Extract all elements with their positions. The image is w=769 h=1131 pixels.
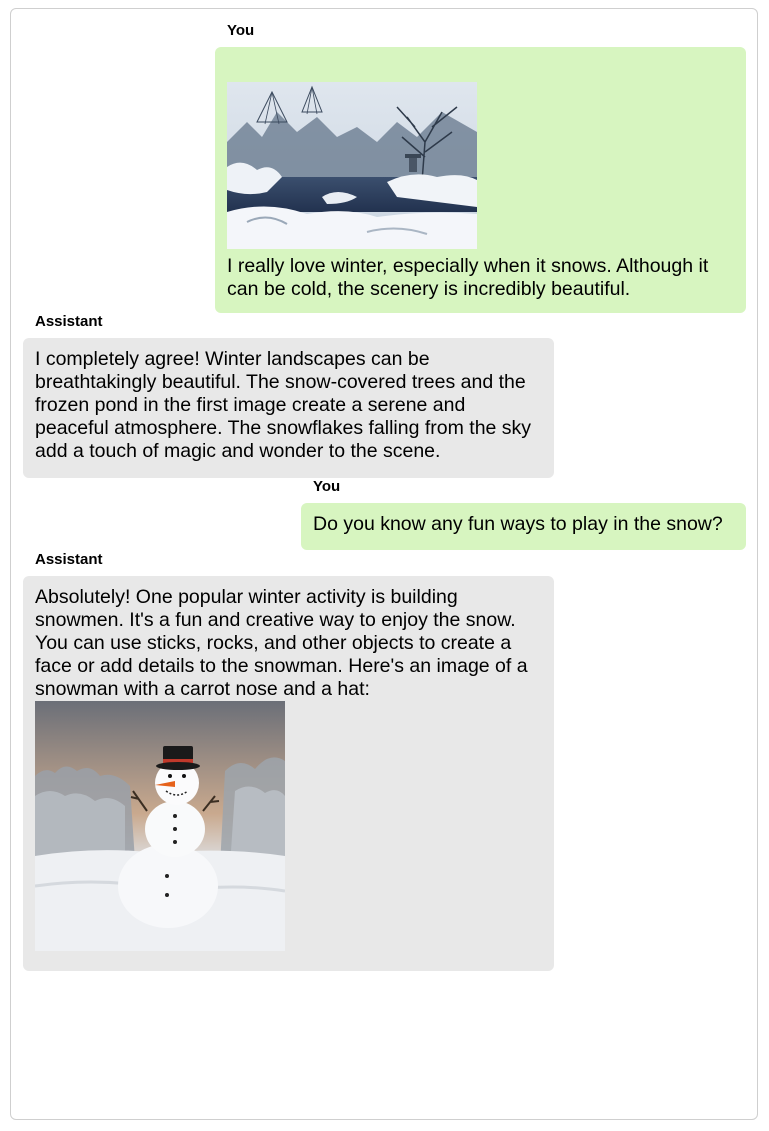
message-text: I really love winter, especially when it… <box>227 255 709 300</box>
message-text: I completely agree! Winter landscapes ca… <box>35 348 532 462</box>
message-text: Do you know any fun ways to play in the … <box>313 513 723 535</box>
message-role-label: You <box>313 478 341 495</box>
snowman-image <box>35 701 285 951</box>
assistant-message: I completely agree! Winter landscapes ca… <box>23 338 554 478</box>
message-role-label: Assistant <box>35 313 103 330</box>
user-message: I really love winter, especially when it… <box>215 47 746 313</box>
message-role-label: Assistant <box>35 551 103 568</box>
message-role-label: You <box>227 22 255 39</box>
assistant-message: Absolutely! One popular winter activity … <box>23 576 554 971</box>
message-text: Absolutely! One popular winter activity … <box>35 586 528 700</box>
user-message: Do you know any fun ways to play in the … <box>301 503 746 550</box>
winter-garden-image <box>227 82 477 249</box>
